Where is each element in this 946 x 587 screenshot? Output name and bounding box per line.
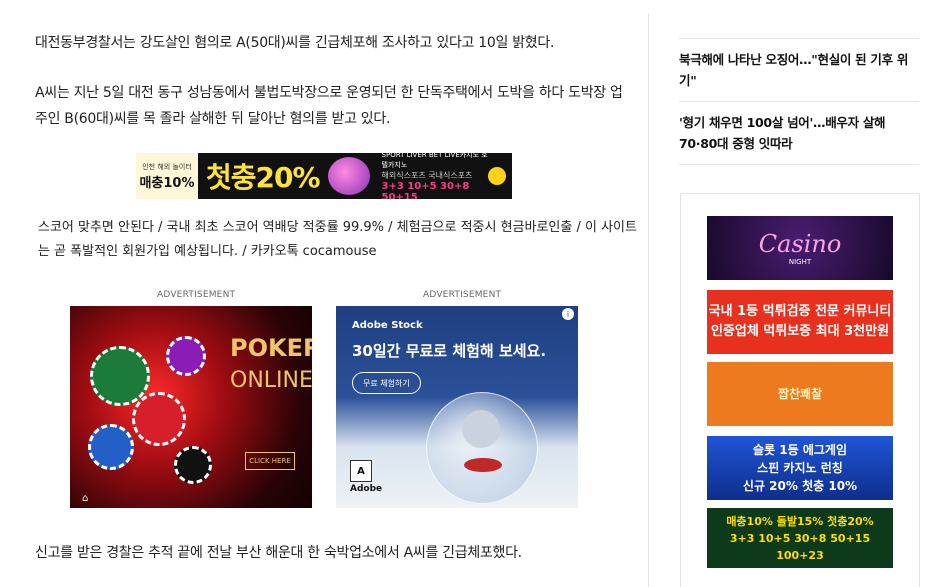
adobe-stock-ad[interactable]: i Adobe Stock 30일간 무료로 체험해 보세요. 무료 체험하기 … <box>336 306 578 508</box>
banner-right-bottom: 3+3 10+5 30+8 50+15 <box>381 180 470 200</box>
poker-click-button[interactable]: CLICK HERE <box>245 452 295 470</box>
ad4-line1: 슬롯 1등 에그게임 <box>753 443 847 457</box>
banner-left-panel: 인천 해외 놀이터 매충10% <box>136 153 198 199</box>
smiley-icon <box>488 167 506 185</box>
ad5-line2: 3+3 10+5 30+8 50+15 100+23 <box>729 531 871 562</box>
casino-sub: NIGHT <box>788 258 812 266</box>
banner-right-panel: SPORT LIVER BET LIVE카지노 호텔카지노 해외식스포츠 국내식… <box>378 153 488 199</box>
banner-left-top: 인천 해외 놀이터 <box>142 162 192 171</box>
sidebar-ad-green[interactable]: 매충10% 돌발15% 첫충20% 3+3 10+5 30+8 50+15 10… <box>707 508 893 568</box>
info-icon[interactable]: i <box>562 308 574 320</box>
casino-title: Casino <box>758 230 842 258</box>
camera-icon: ⌂ <box>82 493 89 504</box>
chip-icon <box>88 424 134 470</box>
adobe-logo-text: Adobe <box>350 484 383 494</box>
chip-icon <box>166 336 206 376</box>
sidebar-news-item[interactable]: '형기 채우면 100살 넘어'…배우자 살해 70·80대 중형 잇따라 <box>679 102 919 165</box>
sidebar-ad-casino-night[interactable]: Casino NIGHT <box>707 216 893 280</box>
ad3-line1: 짭찬쾌찰 <box>777 387 823 401</box>
banner-left-main: 매충10% <box>139 175 195 191</box>
ad5-line1: 매충10% 돌발15% 첫충20% <box>726 514 874 528</box>
adobe-brand: Adobe Stock <box>352 320 423 331</box>
sidebar-news-list: 북극해에 나타난 오징어…"현실이 된 기후 위기" '형기 채우면 100살 … <box>679 39 919 165</box>
moon-icon <box>462 410 500 448</box>
spam-text: 스코어 맞추면 안된다 / 국내 최초 스코어 역배당 적중률 99.9% / … <box>38 220 637 259</box>
poker-online-ad[interactable]: POKER ONLINE CLICK HERE ⌂ <box>70 306 312 508</box>
ad-label: ADVERTISEMENT <box>423 290 502 300</box>
adobe-logo-icon: A <box>350 460 372 482</box>
article-main: 대전동부경찰서는 강도살인 혐의로 A(50대)씨를 긴급체포해 조사하고 있다… <box>0 0 650 587</box>
sidebar-news-item[interactable]: 북극해에 나타난 오징어…"현실이 된 기후 위기" <box>679 39 919 102</box>
poker-title: POKER <box>230 334 312 362</box>
sidebar-ad-verification[interactable]: 국내 1등 먹튀검증 전문 커뮤니티 인증업체 먹튀보증 최대 3천만원 <box>707 290 893 354</box>
chip-icon <box>132 392 186 446</box>
mascot-icon <box>327 157 370 195</box>
chip-icon <box>90 346 150 406</box>
ad-label: ADVERTISEMENT <box>157 290 236 300</box>
casino-banner-ad[interactable]: 인천 해외 놀이터 매충10% 첫충20% SPORT LIVER BET LI… <box>136 153 512 199</box>
chip-icon <box>174 446 212 484</box>
banner-headline: 첫충20% <box>206 161 321 194</box>
bonsai-icon <box>464 458 502 472</box>
banner-right-mid: 해외식스포츠 국내식스포츠 <box>381 170 473 180</box>
ad4-line2: 스핀 카지노 런칭 <box>757 461 843 475</box>
ad2-line2: 인증업체 먹튀보증 최대 3천만원 <box>710 324 890 339</box>
sidebar-ad-slot[interactable]: 슬롯 1등 에그게임 스핀 카지노 런칭 신규 20% 첫충 10% <box>707 436 893 500</box>
ad4-line3: 신규 20% 첫충 10% <box>742 479 858 493</box>
article-paragraph-2: A씨는 지난 5일 대전 동구 성남동에서 불법도박장으로 운영되던 한 단독주… <box>35 85 623 127</box>
ad2-line1: 국내 1등 먹튀검증 전문 커뮤니티 <box>708 304 892 319</box>
column-divider <box>648 14 649 587</box>
glass-globe-icon <box>426 392 538 504</box>
adobe-headline: 30일간 무료로 체험해 보세요. <box>352 342 547 360</box>
adobe-trial-button[interactable]: 무료 체험하기 <box>352 372 421 394</box>
poker-subtitle: ONLINE <box>230 368 312 393</box>
banner-right-top: SPORT LIVER BET LIVE카지노 호텔카지노 <box>381 153 488 169</box>
article-paragraph-1: 대전동부경찰서는 강도살인 혐의로 A(50대)씨를 긴급체포해 조사하고 있다… <box>35 35 555 51</box>
sidebar-ad-orange[interactable]: 짭찬쾌찰 <box>707 362 893 426</box>
article-paragraph-3: 신고를 받은 경찰은 추적 끝에 전날 부산 해운대 한 숙박업소에서 A씨를 … <box>35 545 522 561</box>
